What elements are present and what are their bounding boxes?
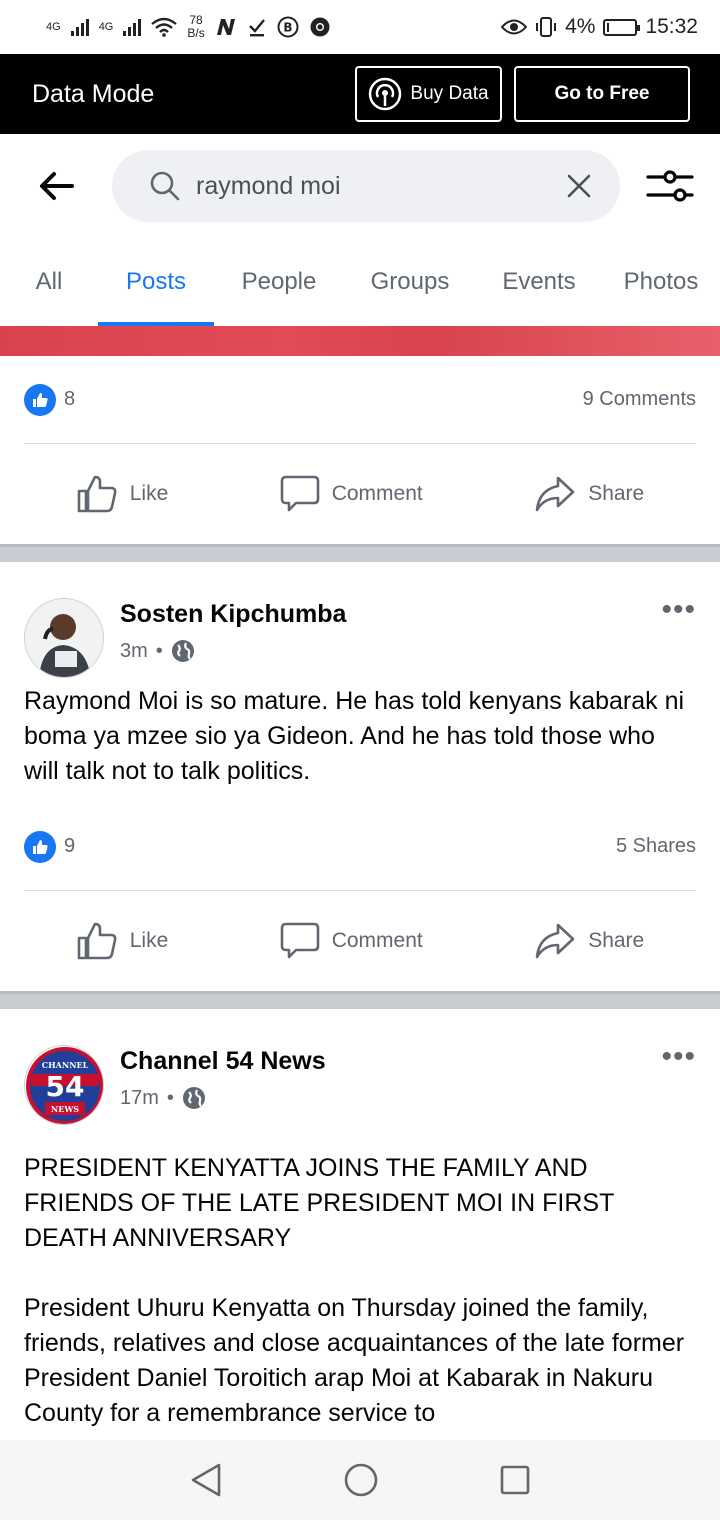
- search-input[interactable]: raymond moi: [112, 150, 620, 222]
- comment-icon: [280, 922, 320, 959]
- battery-icon: [603, 18, 641, 36]
- filter-icon: [646, 170, 694, 202]
- go-to-free-label: Go to Free: [554, 83, 650, 104]
- download-done-icon: [248, 19, 265, 37]
- back-arrow-icon: [40, 172, 74, 200]
- post-time: 17m •: [120, 1086, 661, 1110]
- comment-button[interactable]: Comment: [280, 921, 423, 961]
- like-count[interactable]: 9: [24, 830, 75, 863]
- shares-count[interactable]: 5 Shares: [616, 835, 696, 858]
- chrome-icon: [310, 17, 330, 37]
- share-icon: [535, 476, 575, 512]
- share-button[interactable]: Share: [534, 922, 644, 960]
- search-tabs: All Posts People Groups Events Photos: [0, 238, 720, 326]
- tab-all[interactable]: All: [0, 238, 98, 326]
- network-type-1: 4G: [46, 20, 61, 33]
- thumbs-up-icon: [77, 475, 117, 513]
- vibrate-icon: [536, 17, 557, 37]
- reactions-row: 9 5 Shares: [24, 803, 696, 891]
- nav-recents-icon[interactable]: [499, 1464, 531, 1496]
- thumbs-up-icon: [77, 922, 117, 960]
- nav-back-icon[interactable]: [189, 1462, 223, 1498]
- post-time: 3m •: [120, 639, 661, 663]
- globe-icon: [171, 640, 194, 662]
- network-speed: 78 B/s: [187, 13, 205, 40]
- search-query[interactable]: raymond moi: [196, 172, 566, 201]
- signal-icon: [70, 18, 89, 36]
- clock: 15:32: [645, 15, 698, 38]
- tab-events[interactable]: Events: [476, 238, 602, 326]
- comment-button[interactable]: Comment: [280, 474, 423, 514]
- tab-posts[interactable]: Posts: [98, 238, 214, 326]
- n-app-icon: [216, 19, 235, 35]
- post-header: CHANNEL 54 NEWS Channel 54 News 17m • ••…: [0, 1009, 720, 1131]
- share-icon: [535, 923, 575, 959]
- more-options-icon[interactable]: •••: [661, 1042, 696, 1072]
- nav-home-icon[interactable]: [343, 1462, 379, 1498]
- svg-text:B: B: [283, 21, 292, 35]
- post-text: President Uhuru Kenyatta on Thursday joi…: [24, 1294, 685, 1427]
- hotspot-icon: [369, 77, 402, 111]
- back-button[interactable]: [0, 134, 112, 238]
- search-icon: [150, 171, 180, 201]
- clear-icon[interactable]: [566, 173, 592, 199]
- share-button[interactable]: Share: [534, 475, 644, 513]
- post-text: Raymond Moi is so mature. He has told ke…: [24, 687, 685, 785]
- post-card: Sosten Kipchumba 3m • ••• Raymond Moi is…: [0, 562, 720, 991]
- filter-button[interactable]: [620, 134, 720, 238]
- like-reaction-icon: [24, 830, 56, 863]
- more-options-icon[interactable]: •••: [661, 595, 696, 625]
- reactions-row: 8 9 Comments: [24, 356, 696, 444]
- like-button[interactable]: Like: [76, 474, 168, 514]
- post-separator: [0, 991, 720, 1009]
- comments-count[interactable]: 9 Comments: [583, 388, 696, 411]
- post-image-partial[interactable]: [0, 326, 720, 356]
- tab-groups[interactable]: Groups: [344, 238, 476, 326]
- post-actions: Like Comment Share: [0, 891, 720, 991]
- post-headline: PRESIDENT KENYATTA JOINS THE FAMILY AND …: [24, 1154, 614, 1252]
- network-type-2: 4G: [98, 20, 114, 33]
- post-author[interactable]: Sosten Kipchumba: [120, 600, 661, 629]
- eye-icon: [501, 19, 528, 35]
- tab-people[interactable]: People: [214, 238, 344, 326]
- buy-data-label: Buy Data: [410, 83, 489, 104]
- post-author[interactable]: Channel 54 News: [120, 1047, 661, 1076]
- data-mode-bar: Data Mode Buy Data Go to Free: [0, 54, 720, 134]
- wifi-icon: [151, 17, 178, 37]
- globe-icon: [182, 1087, 205, 1109]
- avatar[interactable]: CHANNEL 54 NEWS: [24, 1045, 104, 1125]
- system-nav-bar: [0, 1440, 720, 1520]
- signal-icon: [123, 18, 142, 36]
- data-mode-title: Data Mode: [32, 79, 155, 108]
- go-to-free-button[interactable]: Go to Free: [514, 66, 690, 122]
- search-header: raymond moi: [0, 134, 720, 238]
- comment-icon: [280, 475, 320, 512]
- tab-photos[interactable]: Photos: [602, 238, 720, 326]
- buy-data-button[interactable]: Buy Data: [355, 66, 502, 122]
- svg-text:54: 54: [46, 1070, 85, 1103]
- like-count[interactable]: 8: [24, 383, 75, 416]
- svg-text:NEWS: NEWS: [51, 1104, 79, 1114]
- results-feed[interactable]: 8 9 Comments Like Comment Share Sosten K…: [0, 326, 720, 1440]
- svg-text:CHANNEL: CHANNEL: [42, 1060, 89, 1070]
- post-card: 8 9 Comments Like Comment Share: [0, 356, 720, 544]
- like-button[interactable]: Like: [76, 921, 168, 961]
- battery-percent: 4%: [565, 15, 596, 38]
- post-header: Sosten Kipchumba 3m • •••: [0, 562, 720, 684]
- status-bar: 4G 4G 78 B/s B 4% 15:32: [0, 0, 720, 54]
- post-card: CHANNEL 54 NEWS Channel 54 News 17m • ••…: [0, 1009, 720, 1431]
- bitcoin-icon: B: [277, 16, 299, 38]
- like-reaction-icon: [24, 383, 56, 416]
- post-separator: [0, 544, 720, 562]
- avatar[interactable]: [24, 598, 104, 678]
- post-actions: Like Comment Share: [0, 444, 720, 544]
